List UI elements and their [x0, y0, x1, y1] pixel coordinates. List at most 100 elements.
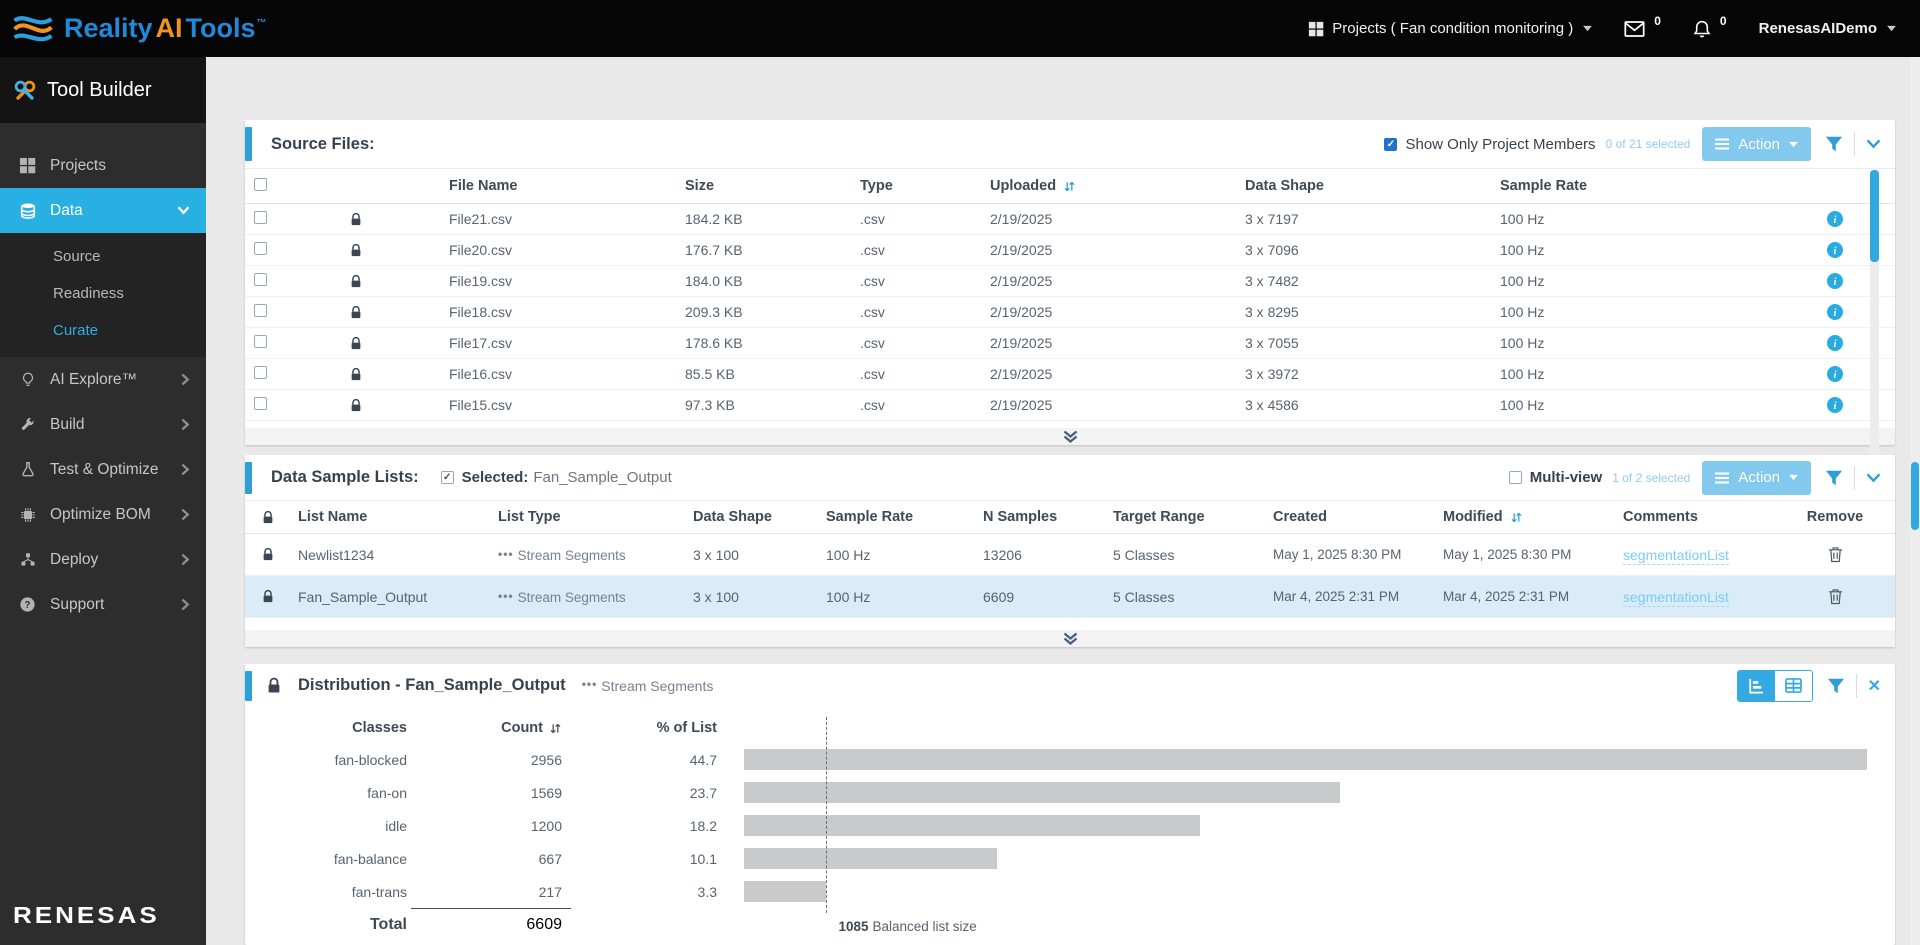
balanced-size-value: 1085	[838, 919, 868, 934]
source-files-header: Source Files: Show Only Project Members …	[245, 120, 1895, 168]
tool-builder-label: Tool Builder	[47, 79, 152, 102]
selected-label: Selected:	[462, 469, 529, 486]
info-icon[interactable]: i	[1827, 397, 1843, 413]
selection-summary: 1 of 2 selected	[1612, 471, 1690, 485]
row-checkbox[interactable]	[254, 304, 267, 317]
class-bar	[744, 749, 1867, 770]
projects-menu[interactable]: Projects ( Fan condition monitoring )	[1308, 20, 1592, 37]
distribution-body: Classes Count % of List fan-blocked29564…	[245, 707, 1895, 941]
bar-chart-icon	[1748, 678, 1764, 694]
svg-text:i: i	[1834, 339, 1837, 350]
sidebar-item-optimize-bom[interactable]: Optimize BOM	[0, 492, 206, 537]
comments-link[interactable]: segmentationList	[1623, 589, 1729, 607]
row-checkbox[interactable]	[254, 242, 267, 255]
tool-builder-icon	[13, 78, 37, 102]
svg-text:i: i	[1834, 215, 1837, 226]
trash-icon[interactable]	[1828, 588, 1843, 605]
expand-source-files-button[interactable]	[245, 428, 1895, 445]
info-icon[interactable]: i	[1827, 335, 1843, 351]
row-checkbox[interactable]	[254, 273, 267, 286]
messages-badge: 0	[1654, 14, 1661, 28]
chevron-right-icon	[181, 553, 190, 566]
sidebar-item-support[interactable]: ? Support	[0, 582, 206, 627]
lock-icon	[349, 336, 445, 351]
messages-button[interactable]: 0	[1624, 20, 1661, 38]
chevron-right-icon	[181, 463, 190, 476]
collapse-panel-chevron[interactable]	[1866, 473, 1881, 483]
filter-icon[interactable]	[1825, 135, 1843, 153]
renesas-logo[interactable]: RENESAS	[13, 902, 160, 930]
svg-text:i: i	[1834, 277, 1837, 288]
sort-icon[interactable]	[549, 722, 562, 735]
filter-icon[interactable]	[1827, 677, 1845, 695]
row-checkbox[interactable]	[254, 397, 267, 410]
username: RenesasAIDemo	[1759, 20, 1877, 37]
total-label: Total	[245, 916, 415, 934]
selected-checkbox[interactable]	[441, 471, 454, 484]
close-icon[interactable]	[1868, 676, 1881, 696]
svg-text:?: ?	[25, 600, 31, 611]
sidebar-item-data[interactable]: Data	[0, 188, 206, 233]
info-icon[interactable]: i	[1827, 211, 1843, 227]
user-menu[interactable]: RenesasAIDemo	[1759, 20, 1896, 37]
sidebar-item-test-optimize[interactable]: Test & Optimize	[0, 447, 206, 492]
class-bar	[744, 848, 997, 869]
page-scrollbar-track[interactable]	[1910, 57, 1920, 945]
sidebar-item-ai-explore[interactable]: AI Explore™	[0, 357, 206, 402]
action-button[interactable]: Action	[1702, 127, 1811, 161]
comments-link[interactable]: segmentationList	[1623, 547, 1729, 565]
collapse-panel-chevron[interactable]	[1866, 139, 1881, 149]
lock-icon	[266, 677, 282, 694]
filter-icon[interactable]	[1825, 469, 1843, 487]
sidebar-item-projects[interactable]: Projects	[0, 143, 206, 188]
action-button[interactable]: Action	[1702, 461, 1811, 495]
sample-list-row-selected[interactable]: Fan_Sample_Output •••Stream Segments 3 x…	[245, 576, 1895, 618]
svg-text:i: i	[1834, 401, 1837, 412]
distribution-subtitle: Stream Segments	[601, 678, 713, 694]
grid-icon	[1308, 21, 1324, 37]
lock-icon	[349, 367, 445, 382]
table-view-button[interactable]	[1775, 671, 1812, 701]
sidebar-item-curate[interactable]: Curate	[0, 312, 206, 349]
sort-icon[interactable]	[1063, 180, 1076, 193]
double-chevron-down-icon	[1062, 430, 1079, 444]
sort-icon[interactable]	[1510, 511, 1523, 524]
lock-icon	[349, 274, 445, 289]
chip-icon	[18, 507, 37, 523]
sidebar-item-readiness[interactable]: Readiness	[0, 275, 206, 312]
distribution-panel: Distribution - Fan_Sample_Output ••• Str…	[245, 664, 1895, 945]
info-icon[interactable]: i	[1827, 273, 1843, 289]
bar-chart-view-button[interactable]	[1738, 671, 1775, 701]
lock-icon	[349, 398, 445, 413]
sidebar-item-deploy[interactable]: Deploy	[0, 537, 206, 582]
brand-logo[interactable]: RealityAITools™	[12, 9, 267, 49]
sidebar-item-build[interactable]: Build	[0, 402, 206, 447]
balanced-size-label: 1085Balanced list size	[838, 919, 976, 934]
expand-data-sample-lists-button[interactable]	[245, 630, 1895, 647]
sample-list-row[interactable]: Newlist1234 •••Stream Segments 3 x 100 1…	[245, 534, 1895, 576]
total-count: 6609	[415, 916, 570, 934]
row-checkbox[interactable]	[254, 366, 267, 379]
info-icon[interactable]: i	[1827, 304, 1843, 320]
multi-view-label: Multi-view	[1530, 469, 1603, 486]
accent-bar	[245, 462, 252, 494]
multi-view-checkbox[interactable]	[1509, 471, 1522, 484]
row-checkbox[interactable]	[254, 211, 267, 224]
select-all-checkbox[interactable]	[254, 178, 267, 191]
row-checkbox[interactable]	[254, 335, 267, 348]
col-n-samples: N Samples	[975, 509, 1105, 525]
distribution-header: Distribution - Fan_Sample_Output ••• Str…	[245, 664, 1895, 707]
trash-icon[interactable]	[1828, 546, 1843, 563]
page-scrollbar-thumb[interactable]	[1911, 462, 1919, 530]
distribution-title: Distribution - Fan_Sample_Output	[298, 676, 566, 695]
info-icon[interactable]: i	[1827, 242, 1843, 258]
info-icon[interactable]: i	[1827, 366, 1843, 382]
source-files-title: Source Files:	[271, 135, 375, 154]
sidebar-item-source[interactable]: Source	[0, 238, 206, 275]
chevron-right-icon	[181, 598, 190, 611]
table-scrollbar-thumb[interactable]	[1870, 170, 1879, 262]
source-file-row: File17.csv178.6 KB.csv2/19/20253 x 70551…	[245, 328, 1895, 359]
top-navbar: RealityAITools™ Projects ( Fan condition…	[0, 0, 1920, 57]
show-only-project-members-checkbox[interactable]	[1384, 138, 1397, 151]
notifications-button[interactable]: 0	[1693, 19, 1727, 39]
